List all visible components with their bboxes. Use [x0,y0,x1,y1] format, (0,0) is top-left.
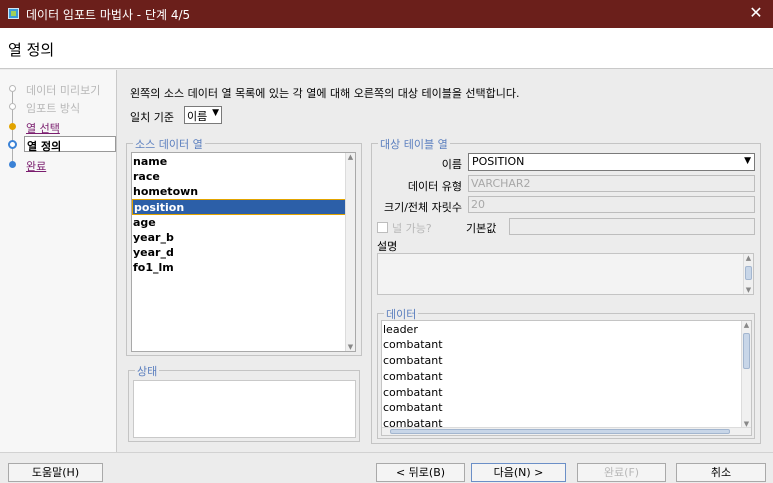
size-field: 20 [468,196,755,213]
step-done-icon [9,85,16,92]
list-item[interactable]: year_d [132,245,347,261]
source-list-scrollbar[interactable]: ▲ ▼ [345,153,355,351]
instruction-text: 왼쪽의 소스 데이터 열 목록에 있는 각 열에 대해 오른쪽의 대상 테이블을… [130,87,520,100]
status-legend: 상태 [135,363,160,379]
next-button[interactable]: 다음(N) > [471,463,566,482]
step-column-define: 열 정의 [24,136,116,153]
step-link-icon [9,123,16,130]
wizard-steps-panel: 데이터 미리보기 임포트 방식 열 선택 열 정의 완료 [0,70,117,452]
nullable-label: 널 가능? [392,222,432,235]
step-link-icon [9,161,16,168]
step-import-method: 임포트 방식 [26,102,81,115]
list-item[interactable]: hometown [132,184,347,200]
back-button[interactable]: < 뒤로(B) [376,463,465,482]
step-column-select[interactable]: 열 선택 [26,120,60,136]
help-button[interactable]: 도움말(H) [8,463,103,482]
target-column-select[interactable]: POSITION ▼ [468,153,755,171]
data-type-label: 데이터 유형 [407,180,462,193]
list-item: combatant [383,386,443,399]
target-name-label: 이름 [441,158,462,171]
step-current-icon [8,140,17,149]
nullable-checkbox[interactable] [377,222,388,233]
source-columns-list[interactable]: name race hometown position age year_b y… [131,152,356,352]
list-item-selected[interactable]: position [132,199,347,215]
finish-button[interactable]: 완료(F) [577,463,666,482]
list-item[interactable]: name [132,154,347,170]
source-columns-legend: 소스 데이터 열 [133,136,205,152]
chevron-down-icon: ▼ [744,156,751,166]
page-header: 열 정의 [0,28,773,69]
match-label: 일치 기준 [130,111,174,124]
match-select[interactable]: 이름 ▼ [184,106,222,124]
comment-textarea[interactable]: ▲ ▼ [377,253,754,295]
list-item: combatant [383,354,443,367]
status-area [133,380,356,438]
page-title: 열 정의 [8,41,55,59]
chevron-down-icon: ▼ [212,108,219,118]
default-value-field [509,218,755,235]
scroll-up-icon[interactable]: ▲ [744,254,753,262]
target-column-value: POSITION [472,155,525,168]
comment-label: 설명 [377,240,398,253]
data-preview-list[interactable]: leader combatant combatant combatant com… [381,320,752,436]
app-icon [8,8,19,19]
scroll-thumb[interactable] [743,333,750,369]
match-select-value: 이름 [187,110,208,123]
default-value-label: 기본값 [466,222,497,235]
list-item[interactable]: fo1_lm [132,260,347,276]
cancel-button[interactable]: 취소 [676,463,766,482]
scroll-thumb[interactable] [390,429,730,434]
data-list-hscrollbar[interactable] [382,427,751,435]
list-item[interactable]: race [132,169,347,185]
scroll-up-icon[interactable]: ▲ [346,153,355,161]
list-item[interactable]: age [132,215,347,231]
data-type-field: VARCHAR2 [468,175,755,192]
window-title: 데이터 임포트 마법사 - 단계 4/5 [26,8,191,22]
size-label: 크기/전체 자릿수 [383,201,462,214]
list-item: combatant [383,338,443,351]
scroll-down-icon[interactable]: ▼ [744,286,753,294]
step-finish[interactable]: 완료 [26,158,46,174]
step-data-preview: 데이터 미리보기 [26,84,101,97]
target-columns-legend: 대상 테이블 열 [378,136,450,152]
comment-scrollbar[interactable]: ▲ ▼ [743,254,753,294]
data-list-scrollbar[interactable]: ▲ ▼ [741,321,751,428]
scroll-thumb[interactable] [745,266,752,280]
step-done-icon [9,103,16,110]
list-item: leader [383,323,418,336]
scroll-down-icon[interactable]: ▼ [346,343,355,351]
list-item[interactable]: year_b [132,230,347,246]
window-titlebar: 데이터 임포트 마법사 - 단계 4/5 ✕ [0,0,773,28]
scroll-up-icon[interactable]: ▲ [742,321,751,329]
list-item: combatant [383,370,443,383]
close-icon[interactable]: ✕ [747,3,765,22]
list-item: combatant [383,401,443,414]
